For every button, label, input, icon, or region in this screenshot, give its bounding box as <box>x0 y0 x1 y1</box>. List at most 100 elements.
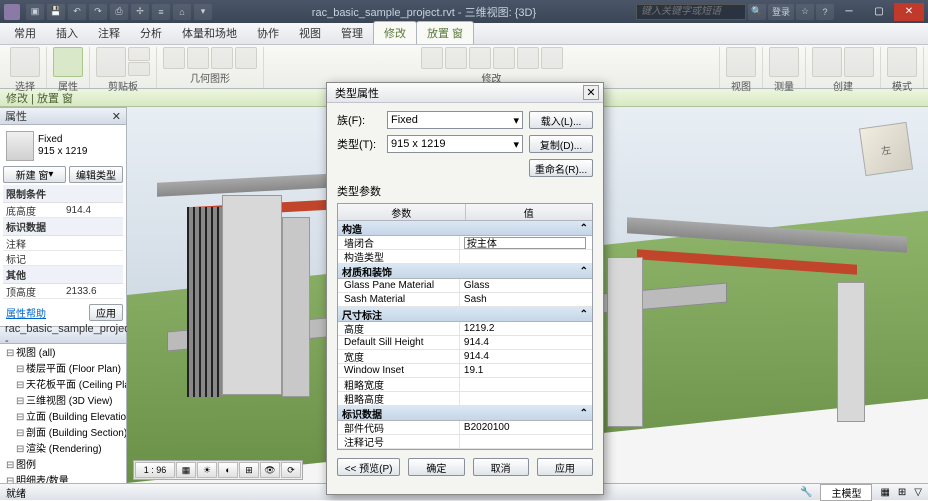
tree-item[interactable]: ⊟明细表/数量 <box>2 474 124 483</box>
dialog-titlebar[interactable]: 类型属性 ✕ <box>327 83 603 103</box>
param-section[interactable]: 标识数据⌃ <box>338 406 592 421</box>
tab-annotate[interactable]: 注释 <box>88 22 130 44</box>
ribbon-btn[interactable] <box>469 47 491 69</box>
ribbon-btn[interactable] <box>517 47 539 69</box>
qat-undo-icon[interactable]: ↶ <box>68 4 86 20</box>
column-header-param[interactable]: 参数 <box>338 204 466 220</box>
tab-analyze[interactable]: 分析 <box>130 22 172 44</box>
apply-button[interactable]: 应用 <box>537 458 593 476</box>
param-row[interactable]: Sash MaterialSash <box>338 293 592 307</box>
param-row[interactable]: Glass Pane MaterialGlass <box>338 279 592 293</box>
ribbon-modify-button[interactable] <box>10 47 40 77</box>
tree-item[interactable]: ⊟图例 <box>2 458 124 474</box>
ribbon-cut-button[interactable] <box>128 47 150 61</box>
vp-tool[interactable]: ☀ <box>197 462 217 478</box>
param-section[interactable]: 尺寸标注⌃ <box>338 307 592 322</box>
view-cube[interactable]: 左 <box>859 122 913 176</box>
param-row[interactable]: 粗略宽度 <box>338 378 592 392</box>
ribbon-btn[interactable] <box>493 47 515 69</box>
close-button[interactable]: ✕ <box>894 3 924 21</box>
close-icon[interactable]: ✕ <box>112 110 121 123</box>
vp-tool[interactable]: ◐ <box>218 462 238 478</box>
properties-help-link[interactable]: 属性帮助 <box>3 302 49 323</box>
ribbon-properties-button[interactable] <box>53 47 83 77</box>
tree-item[interactable]: ⊟立面 (Building Elevation) <box>2 410 124 426</box>
ribbon-btn[interactable] <box>445 47 467 69</box>
qat-btn[interactable]: ≡ <box>152 4 170 20</box>
family-select[interactable]: Fixed▾ <box>387 111 523 129</box>
tab-view[interactable]: 视图 <box>289 22 331 44</box>
vp-tool[interactable]: ⟳ <box>281 462 301 478</box>
vp-tool[interactable]: ⊞ <box>239 462 259 478</box>
ok-button[interactable]: 确定 <box>408 458 464 476</box>
ribbon-btn[interactable] <box>211 47 233 69</box>
search-icon[interactable]: 🔍 <box>748 4 766 20</box>
tree-item[interactable]: ⊟三维视图 (3D View) <box>2 394 124 410</box>
tab-manage[interactable]: 管理 <box>331 22 373 44</box>
prop-row[interactable]: 注释 <box>3 236 123 251</box>
rename-button[interactable]: 重命名(R)... <box>529 159 593 177</box>
status-icon[interactable]: ⊞ <box>898 487 906 498</box>
edit-type-button[interactable]: 编辑类型 <box>69 166 123 183</box>
ribbon-btn[interactable] <box>887 47 917 77</box>
qat-save-icon[interactable]: 💾 <box>47 4 65 20</box>
scale-control[interactable]: 1 : 96 <box>135 462 175 478</box>
tree-item[interactable]: ⊟视图 (all) <box>2 346 124 362</box>
tab-collaborate[interactable]: 协作 <box>247 22 289 44</box>
help-search-input[interactable] <box>636 4 746 20</box>
cancel-button[interactable]: 取消 <box>473 458 529 476</box>
param-value-input[interactable] <box>464 237 586 249</box>
app-icon[interactable] <box>4 4 20 20</box>
workset-icon[interactable]: 🔧 <box>800 487 812 498</box>
vp-tool[interactable]: 👁 <box>260 462 280 478</box>
qat-btn[interactable]: ✢ <box>131 4 149 20</box>
properties-panel-title[interactable]: 属性 ✕ <box>0 108 126 125</box>
param-section[interactable]: 材质和装饰⌃ <box>338 264 592 279</box>
new-instance-select[interactable]: 新建 窗 ▾ <box>3 166 66 183</box>
favorite-icon[interactable]: ☆ <box>796 4 814 20</box>
tab-mass-site[interactable]: 体量和场地 <box>172 22 247 44</box>
param-row[interactable]: Default Sill Height914.4 <box>338 336 592 350</box>
tab-home[interactable]: 常用 <box>4 22 46 44</box>
minimize-button[interactable]: ─ <box>834 3 864 21</box>
tab-insert[interactable]: 插入 <box>46 22 88 44</box>
tree-item[interactable]: ⊟天花板平面 (Ceiling Plan) <box>2 378 124 394</box>
ribbon-btn[interactable] <box>726 47 756 77</box>
model-select[interactable]: 主模型 <box>820 484 872 501</box>
ribbon-btn[interactable] <box>421 47 443 69</box>
param-row[interactable]: 墙闭合 <box>338 236 592 250</box>
ribbon-btn[interactable] <box>163 47 185 69</box>
param-row[interactable]: 部件代码B2020100 <box>338 421 592 435</box>
qat-redo-icon[interactable]: ↷ <box>89 4 107 20</box>
dialog-close-icon[interactable]: ✕ <box>583 85 599 100</box>
prop-row[interactable]: 顶高度 2133.6 <box>3 284 123 299</box>
param-row[interactable]: 宽度914.4 <box>338 350 592 364</box>
param-section[interactable]: 构造⌃ <box>338 221 592 236</box>
login-button[interactable]: 登录 <box>768 4 794 20</box>
help-icon[interactable]: ? <box>816 4 834 20</box>
prop-row[interactable]: 标记 <box>3 251 123 266</box>
ribbon-btn[interactable] <box>769 47 799 77</box>
status-icon[interactable]: ▦ <box>880 487 889 498</box>
project-browser-tree[interactable]: ⊟视图 (all)⊟楼层平面 (Floor Plan)⊟天花板平面 (Ceili… <box>0 344 126 483</box>
column-header-value[interactable]: 值 <box>466 204 593 220</box>
ribbon-paste-button[interactable] <box>96 47 126 77</box>
param-row[interactable]: 高度1219.2 <box>338 322 592 336</box>
apply-button[interactable]: 应用 <box>89 304 123 321</box>
tab-modify[interactable]: 修改 <box>373 21 417 44</box>
param-row[interactable]: 注释记号 <box>338 435 592 449</box>
ribbon-copy-button[interactable] <box>128 62 150 76</box>
prop-row[interactable]: 底高度 914.4 <box>3 203 123 218</box>
duplicate-button[interactable]: 复制(D)... <box>529 135 593 153</box>
ribbon-btn[interactable] <box>812 47 842 77</box>
tree-item[interactable]: ⊟楼层平面 (Floor Plan) <box>2 362 124 378</box>
qat-btn[interactable]: ⌂ <box>173 4 191 20</box>
qat-dropdown-icon[interactable]: ▾ <box>194 4 212 20</box>
qat-open-icon[interactable]: ▣ <box>26 4 44 20</box>
ribbon-btn[interactable] <box>844 47 874 77</box>
qat-print-icon[interactable]: ⎙ <box>110 4 128 20</box>
param-row[interactable]: Window Inset19.1 <box>338 364 592 378</box>
ribbon-btn[interactable] <box>187 47 209 69</box>
param-row[interactable]: 粗略高度 <box>338 392 592 406</box>
ribbon-btn[interactable] <box>235 47 257 69</box>
